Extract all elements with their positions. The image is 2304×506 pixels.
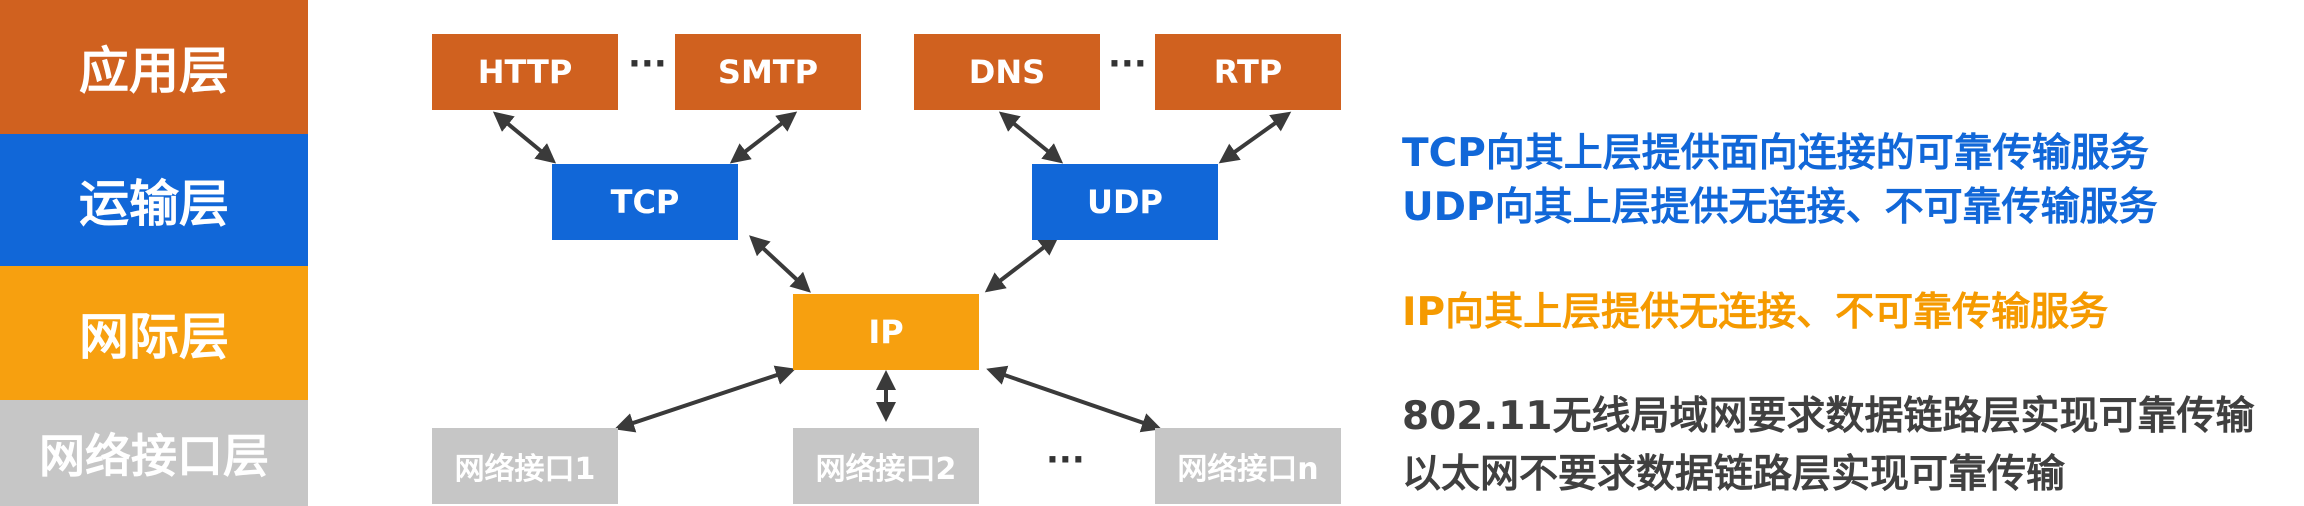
box-udp: UDP <box>1032 164 1218 240</box>
app-ellipsis-right: ··· <box>1108 44 1147 84</box>
interface-ellipsis: ··· <box>1046 440 1085 480</box>
box-smtp-label: SMTP <box>717 53 819 91</box>
arrow-rtp-udp <box>1218 111 1292 164</box>
box-smtp: SMTP <box>675 34 861 110</box>
box-ip-label: IP <box>868 313 904 351</box>
note-wifi: 802.11无线局域网要求数据链路层实现可靠传输 <box>1402 394 2255 439</box>
arrow-ip-ifn <box>986 365 1162 433</box>
app-ellipsis-left: ··· <box>628 44 667 84</box>
box-dns: DNS <box>914 34 1100 110</box>
box-udp-label: UDP <box>1087 183 1163 221</box>
box-interface-1-label: 网络接口1 <box>454 452 596 487</box>
box-interface-n-label: 网络接口n <box>1177 452 1319 487</box>
arrow-ip-if1 <box>614 365 796 433</box>
arrow-dns-udp <box>998 111 1064 164</box>
box-interface-2: 网络接口2 <box>793 428 979 504</box>
arrow-http-tcp <box>492 111 557 164</box>
note-ethernet: 以太网不要求数据链路层实现可靠传输 <box>1402 452 2066 497</box>
box-rtp: RTP <box>1155 34 1341 110</box>
note-tcp: TCP向其上层提供面向连接的可靠传输服务 <box>1402 131 2149 176</box>
box-interface-n: 网络接口n <box>1155 428 1341 504</box>
box-interface-1: 网络接口1 <box>432 428 618 504</box>
box-interface-2-label: 网络接口2 <box>815 452 957 487</box>
note-udp: UDP向其上层提供无连接、不可靠传输服务 <box>1402 185 2158 230</box>
box-http-label: HTTP <box>477 53 573 91</box>
box-http: HTTP <box>432 34 618 110</box>
arrow-tcp-ip <box>749 235 811 293</box>
box-tcp-label: TCP <box>610 183 680 221</box>
arrow-smtp-tcp <box>729 111 798 164</box>
box-rtp-label: RTP <box>1213 53 1283 91</box>
note-ip: IP向其上层提供无连接、不可靠传输服务 <box>1402 290 2109 335</box>
box-ip: IP <box>793 294 979 370</box>
box-dns-label: DNS <box>968 53 1046 91</box>
box-tcp: TCP <box>552 164 738 240</box>
arrow-udp-ip <box>984 235 1060 293</box>
